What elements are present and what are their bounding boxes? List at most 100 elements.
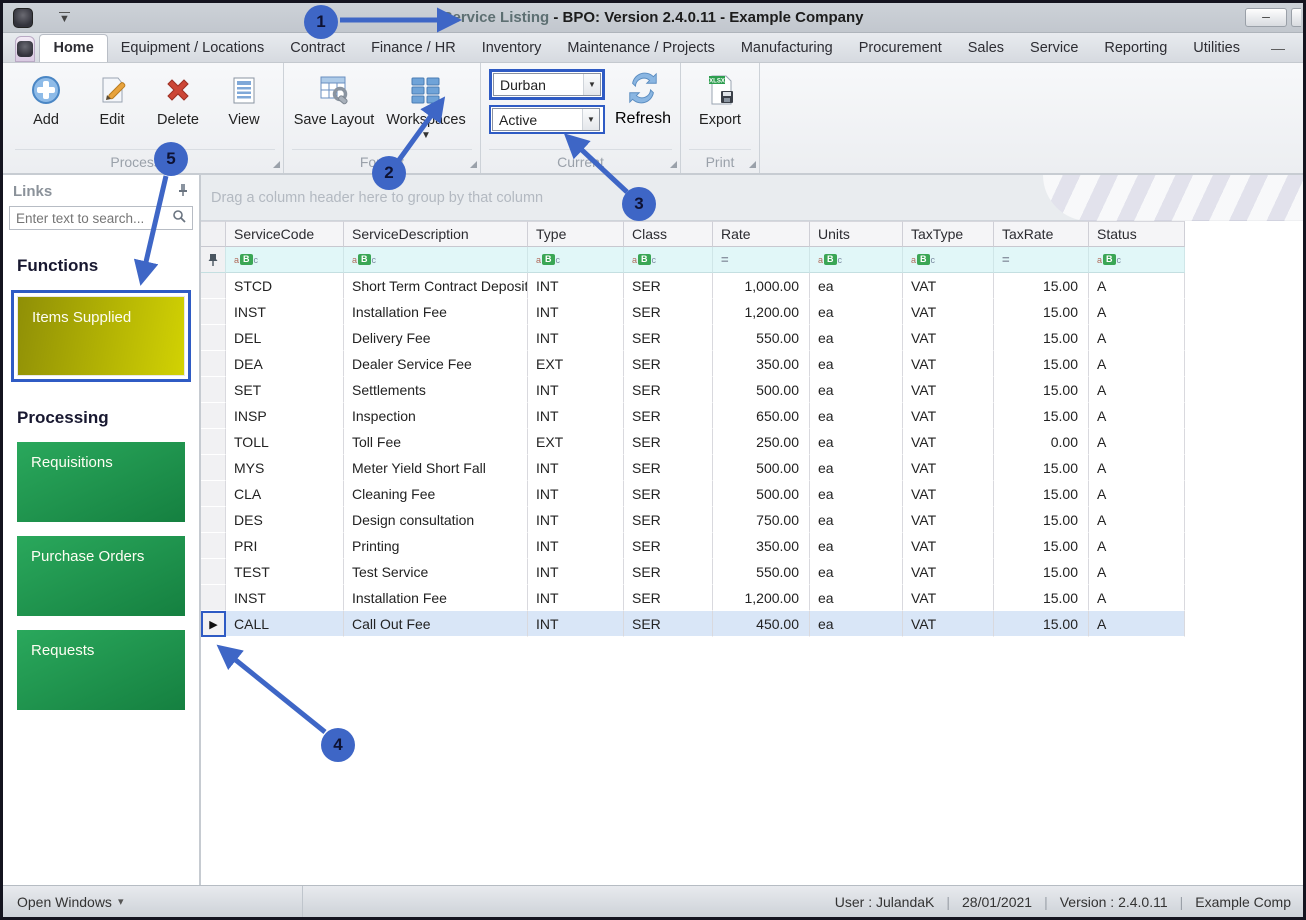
column-header-class[interactable]: Class — [624, 221, 713, 247]
row-indicator — [201, 351, 226, 377]
tab-service[interactable]: Service — [1017, 35, 1091, 62]
filter-cell-class[interactable]: aBc — [624, 247, 713, 273]
open-windows-button[interactable]: Open Windows ▾ — [3, 886, 303, 917]
tab-procurement[interactable]: Procurement — [846, 35, 955, 62]
sidebar-item-requisitions[interactable]: Requisitions — [17, 442, 185, 522]
column-header-units[interactable]: Units — [810, 221, 903, 247]
cell-units: ea — [810, 351, 903, 377]
cell-servicedescription: Installation Fee — [344, 299, 528, 325]
tab-utilities[interactable]: Utilities — [1180, 35, 1253, 62]
cell-status: A — [1089, 325, 1185, 351]
table-row-stcd-0[interactable]: STCD Short Term Contract Deposit INT SER 1,0… — [201, 273, 1186, 299]
table-row-test-11[interactable]: TEST Test Service INT SER 550.00 ea VAT 15.00 A — [201, 559, 1186, 585]
filter-cell-type[interactable]: aBc — [528, 247, 624, 273]
column-header-taxtype[interactable]: TaxType — [903, 221, 994, 247]
filter-cell-taxtype[interactable]: aBc — [903, 247, 994, 273]
tab-inventory[interactable]: Inventory — [469, 35, 555, 62]
workspaces-button[interactable]: Workspaces ▼ — [380, 69, 472, 141]
filter-cell-servicecode[interactable]: aBc — [226, 247, 344, 273]
cell-taxrate: 15.00 — [994, 559, 1089, 585]
ribbon-group-current: Durban ▼ Active ▼ Refresh Current — [481, 63, 681, 173]
sidebar-search-input[interactable] — [16, 210, 172, 226]
column-header-taxrate[interactable]: TaxRate — [994, 221, 1089, 247]
table-row-mys-7[interactable]: MYS Meter Yield Short Fall INT SER 500.00 ea V… — [201, 455, 1186, 481]
refresh-button[interactable]: Refresh — [615, 69, 671, 128]
pin-icon[interactable] — [176, 183, 189, 200]
export-button[interactable]: XLSX Export — [689, 69, 751, 128]
site-combobox[interactable]: Durban ▼ — [493, 73, 601, 96]
column-header-rate[interactable]: Rate — [713, 221, 810, 247]
cell-units: ea — [810, 507, 903, 533]
view-button[interactable]: View — [213, 69, 275, 128]
cell-servicedescription: Design consultation — [344, 507, 528, 533]
table-row-insp-5[interactable]: INSP Inspection INT SER 650.00 ea VAT 15.00 A — [201, 403, 1186, 429]
app-window: ▼ Service Listing - BPO: Version 2.4.0.1… — [0, 0, 1306, 920]
cell-status: A — [1089, 481, 1185, 507]
cell-rate: 1,000.00 — [713, 273, 810, 299]
cell-taxrate: 15.00 — [994, 533, 1089, 559]
column-header-status[interactable]: Status — [1089, 221, 1185, 247]
state-combobox[interactable]: Active ▼ — [492, 108, 600, 131]
dialog-launcher-icon[interactable] — [670, 161, 677, 168]
filter-cell-rate[interactable]: = — [713, 247, 810, 273]
cell-class: SER — [624, 611, 713, 637]
cell-status: A — [1089, 377, 1185, 403]
tab-contract[interactable]: Contract — [277, 35, 358, 62]
cell-servicedescription: Inspection — [344, 403, 528, 429]
table-row-dea-3[interactable]: DEA Dealer Service Fee EXT SER 350.00 ea VAT 15… — [201, 351, 1186, 377]
sidebar-item-requests[interactable]: Requests — [17, 630, 185, 710]
tab-maintenance-projects[interactable]: Maintenance / Projects — [554, 35, 728, 62]
filter-cell-servicedescription[interactable]: aBc — [344, 247, 528, 273]
filter-cell-units[interactable]: aBc — [810, 247, 903, 273]
table-row-cla-8[interactable]: CLA Cleaning Fee INT SER 500.00 ea VAT 15.00 A — [201, 481, 1186, 507]
cell-servicecode: INST — [226, 299, 344, 325]
tab-finance-hr[interactable]: Finance / HR — [358, 35, 469, 62]
filter-cell-status[interactable]: aBc — [1089, 247, 1185, 273]
site-combobox-dropdown-icon[interactable]: ▼ — [583, 74, 600, 95]
table-row-del-2[interactable]: DEL Delivery Fee INT SER 550.00 ea VAT 15.00 A — [201, 325, 1186, 351]
table-row-call-13[interactable]: ▶ CALL Call Out Fee INT SER 450.00 ea VAT 15.00 A — [201, 611, 1186, 637]
table-row-pri-10[interactable]: PRI Printing INT SER 350.00 ea VAT 15.00 A — [201, 533, 1186, 559]
dialog-launcher-icon[interactable] — [470, 161, 477, 168]
tab-equipment-locations[interactable]: Equipment / Locations — [108, 35, 277, 62]
cell-units: ea — [810, 455, 903, 481]
delete-icon — [161, 73, 195, 107]
add-button[interactable]: Add — [15, 69, 77, 128]
cell-servicecode: CLA — [226, 481, 344, 507]
column-header-servicecode[interactable]: ServiceCode — [226, 221, 344, 247]
filter-cell-taxrate[interactable]: = — [994, 247, 1089, 273]
state-combobox-value: Active — [499, 111, 538, 128]
sidebar-item-purchase-orders[interactable]: Purchase Orders — [17, 536, 185, 616]
group-by-bar[interactable]: Drag a column header here to group by th… — [201, 175, 1303, 221]
table-row-des-9[interactable]: DES Design consultation INT SER 750.00 ea VAT 1… — [201, 507, 1186, 533]
table-row-inst-1[interactable]: INST Installation Fee INT SER 1,200.00 ea VAT 1… — [201, 299, 1186, 325]
dialog-launcher-icon[interactable] — [749, 161, 756, 168]
cell-class: SER — [624, 481, 713, 507]
table-row-inst-12[interactable]: INST Installation Fee INT SER 1,200.00 ea VAT 1… — [201, 585, 1186, 611]
cell-servicedescription: Call Out Fee — [344, 611, 528, 637]
state-combobox-dropdown-icon[interactable]: ▼ — [582, 109, 599, 130]
row-indicator — [201, 585, 226, 611]
table-row-set-4[interactable]: SET Settlements INT SER 500.00 ea VAT 15.00 A — [201, 377, 1186, 403]
tab-home[interactable]: Home — [39, 34, 108, 62]
column-header-servicedescription[interactable]: ServiceDescription — [344, 221, 528, 247]
edit-button[interactable]: Edit — [81, 69, 143, 128]
cell-taxtype: VAT — [903, 273, 994, 299]
filter-row-pin-icon[interactable] — [201, 247, 226, 273]
tab-sales[interactable]: Sales — [955, 35, 1017, 62]
cell-units: ea — [810, 585, 903, 611]
ribbon: Add Edit Delete View Processing Save Lay… — [3, 63, 1303, 175]
application-button[interactable] — [15, 36, 36, 62]
table-row-toll-6[interactable]: TOLL Toll Fee EXT SER 250.00 ea VAT 0.00 A — [201, 429, 1186, 455]
tab-reporting[interactable]: Reporting — [1091, 35, 1180, 62]
delete-button[interactable]: Delete — [147, 69, 209, 128]
column-header-type[interactable]: Type — [528, 221, 624, 247]
search-icon[interactable] — [172, 209, 186, 228]
sidebar-item-items-supplied[interactable]: Items Supplied — [17, 296, 185, 376]
row-indicator — [201, 403, 226, 429]
tab-manufacturing[interactable]: Manufacturing — [728, 35, 846, 62]
cell-rate: 550.00 — [713, 325, 810, 351]
ribbon-collapse-icon[interactable]: — — [1253, 40, 1303, 62]
save-layout-button[interactable]: Save Layout — [292, 69, 376, 128]
dialog-launcher-icon[interactable] — [273, 161, 280, 168]
